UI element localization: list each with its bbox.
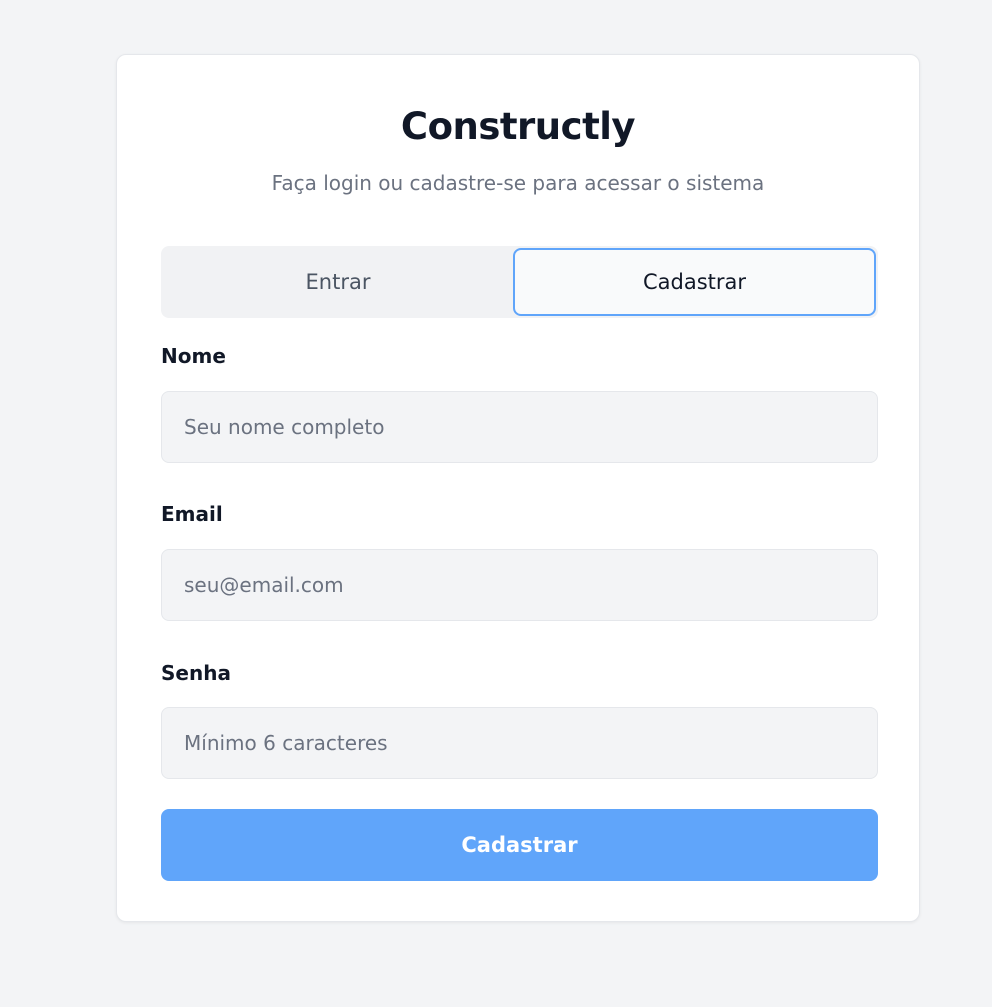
tab-cadastrar[interactable]: Cadastrar: [513, 248, 876, 316]
name-label: Nome: [161, 344, 226, 368]
register-submit-button[interactable]: Cadastrar: [161, 809, 878, 881]
email-label: Email: [161, 502, 223, 526]
name-input[interactable]: [161, 391, 878, 463]
password-input[interactable]: [161, 707, 878, 779]
page: { "app": { "title": "Constructly", "subt…: [0, 0, 992, 1007]
app-title: Constructly: [400, 105, 636, 148]
email-input[interactable]: [161, 549, 878, 621]
tab-entrar[interactable]: Entrar: [163, 248, 513, 316]
password-label: Senha: [161, 661, 231, 685]
auth-tabs: Entrar Cadastrar: [161, 246, 878, 318]
app-subtitle: Faça login ou cadastre-se para acessar o…: [271, 171, 765, 195]
auth-card: Constructly Faça login ou cadastre-se pa…: [116, 54, 920, 922]
